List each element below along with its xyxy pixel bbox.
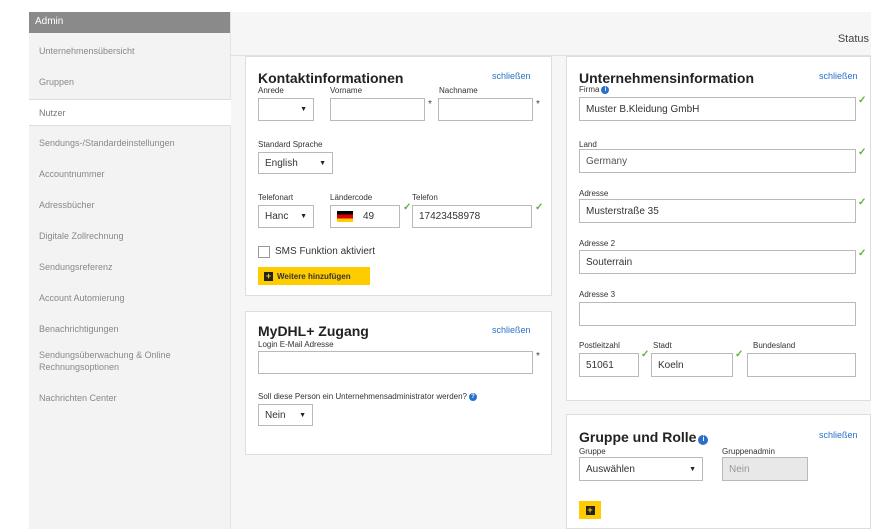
sidebar-item-account-automierung[interactable]: Account Automierung <box>29 292 231 304</box>
firma-input[interactable]: Muster B.Kleidung GmbH <box>579 97 856 121</box>
mydhl-title: MyDHL+ Zugang <box>258 323 369 339</box>
info-icon[interactable]: i <box>601 86 610 94</box>
bundesland-label: Bundesland <box>753 341 796 350</box>
gruppe-label: Gruppe <box>579 447 606 456</box>
phone-check-icon: ✓ <box>535 202 544 213</box>
firma-check-icon: ✓ <box>858 95 867 106</box>
chevron-down-icon: ▼ <box>689 465 696 473</box>
anrede-label: Anrede <box>258 86 284 95</box>
adresse3-label: Adresse 3 <box>579 290 616 299</box>
sidebar: Admin Unternehmensübersicht Gruppen Nutz… <box>29 12 232 529</box>
plz-label: Postleitzahl <box>579 341 620 350</box>
german-flag-icon <box>337 211 353 222</box>
land-select[interactable]: Germany <box>579 149 856 173</box>
add-group-button[interactable]: + <box>579 501 601 519</box>
mydhl-close-link[interactable]: schließen <box>492 325 531 335</box>
stadt-label: Stadt <box>653 341 672 350</box>
chevron-down-icon: ▼ <box>299 411 306 419</box>
mydhl-panel: MyDHL+ Zugang schließen Login E-Mail Adr… <box>245 311 552 455</box>
info-icon[interactable]: ? <box>469 393 477 401</box>
sidebar-header: Admin <box>29 12 230 33</box>
group-role-title: Gruppe und Rolle i <box>579 429 709 445</box>
plus-icon: + <box>585 504 595 515</box>
chevron-down-icon: ▼ <box>319 159 326 167</box>
language-label: Standard Sprache <box>258 140 323 149</box>
gruppenadmin-label: Gruppenadmin <box>722 447 775 456</box>
group-role-close-link[interactable]: schließen <box>819 430 858 440</box>
sidebar-item-sendungsreferenz[interactable]: Sendungsreferenz <box>29 261 231 273</box>
sidebar-item-gruppen[interactable]: Gruppen <box>29 76 231 88</box>
nachname-input[interactable] <box>438 98 533 121</box>
country-code-input[interactable]: 49 <box>330 205 400 228</box>
vorname-input[interactable] <box>330 98 425 121</box>
land-label: Land <box>579 140 597 149</box>
status-label: Status <box>837 33 869 45</box>
info-icon[interactable]: i <box>698 435 709 445</box>
admin-select[interactable]: Nein ▼ <box>258 404 313 426</box>
land-check-icon: ✓ <box>858 147 867 158</box>
adresse2-check-icon: ✓ <box>858 248 867 259</box>
stadt-input[interactable]: Koeln <box>651 353 733 377</box>
admin-question-label: Soll diese Person ein Unternehmensadmini… <box>258 392 477 401</box>
gruppenadmin-field: Nein <box>722 457 808 481</box>
sidebar-item-nachrichten-center[interactable]: Nachrichten Center <box>29 392 231 404</box>
sms-checkbox[interactable] <box>258 246 270 258</box>
plz-input[interactable]: 51061 <box>579 353 639 377</box>
adresse2-label: Adresse 2 <box>579 239 616 248</box>
anrede-select[interactable]: ▼ <box>258 98 314 121</box>
email-input[interactable] <box>258 351 533 374</box>
firma-label: Firma i <box>579 85 610 94</box>
country-code-check-icon: ✓ <box>403 202 412 213</box>
sidebar-item-adressbuecher[interactable]: Adressbücher <box>29 199 231 211</box>
gruppe-select[interactable]: Auswählen ▼ <box>579 457 703 481</box>
email-label: Login E-Mail Adresse <box>258 340 334 349</box>
company-panel: Unternehmensinformation schließen Firma i… <box>566 56 871 401</box>
contact-panel: Kontaktinformationen schließen Anrede ▼ … <box>245 56 552 296</box>
vorname-label: Vorname <box>330 86 363 95</box>
sidebar-item-accountnummer[interactable]: Accountnummer <box>29 168 231 180</box>
sidebar-item-benachrichtigungen[interactable]: Benachrichtigungen <box>29 323 231 335</box>
adresse-input[interactable]: Musterstraße 35 <box>579 199 856 223</box>
company-close-link[interactable]: schließen <box>819 71 858 81</box>
language-select[interactable]: English ▼ <box>258 152 333 174</box>
sms-label: SMS Funktion aktiviert <box>275 246 376 257</box>
stadt-check-icon: ✓ <box>735 349 744 360</box>
email-required-mark: * <box>536 351 540 362</box>
add-more-button[interactable]: + Weitere hinzufügen <box>258 267 370 285</box>
sidebar-item-sendungseinstellungen[interactable]: Sendungs-/Standardeinstellungen <box>29 137 231 149</box>
sidebar-item-unternehmensuebersicht[interactable]: Unternehmensübersicht <box>29 45 231 57</box>
company-title: Unternehmensinformation <box>579 70 755 86</box>
phone-label: Telefon <box>412 193 438 202</box>
plus-icon: + <box>264 270 273 281</box>
sidebar-item-digitale-zollrechnung[interactable]: Digitale Zollrechnung <box>29 230 231 242</box>
phone-type-select[interactable]: Hanc ▼ <box>258 205 314 228</box>
adresse-label: Adresse <box>579 189 609 198</box>
country-code-label: Ländercode <box>330 193 373 202</box>
chevron-down-icon: ▼ <box>300 106 307 113</box>
phone-input[interactable]: 17423458978 <box>412 205 532 228</box>
group-role-panel: Gruppe und Rolle i schließen Gruppe Auswä… <box>566 414 871 529</box>
adresse3-input[interactable] <box>579 302 856 326</box>
adresse-check-icon: ✓ <box>858 197 867 208</box>
sidebar-item-nutzer[interactable]: Nutzer <box>29 99 232 126</box>
adresse2-input[interactable]: Souterrain <box>579 250 856 274</box>
contact-title: Kontaktinformationen <box>258 70 404 86</box>
plz-check-icon: ✓ <box>641 349 650 360</box>
nachname-required-mark: * <box>536 99 540 110</box>
phone-type-label: Telefonart <box>258 193 294 202</box>
nachname-label: Nachname <box>439 86 478 95</box>
sidebar-item-sendungsueberwachung[interactable]: Sendungsüberwachung & Online Rechnungsop… <box>29 349 199 373</box>
chevron-down-icon: ▼ <box>300 213 307 220</box>
contact-close-link[interactable]: schließen <box>492 71 531 81</box>
bundesland-input[interactable] <box>747 353 856 377</box>
vorname-required-mark: * <box>428 99 432 110</box>
